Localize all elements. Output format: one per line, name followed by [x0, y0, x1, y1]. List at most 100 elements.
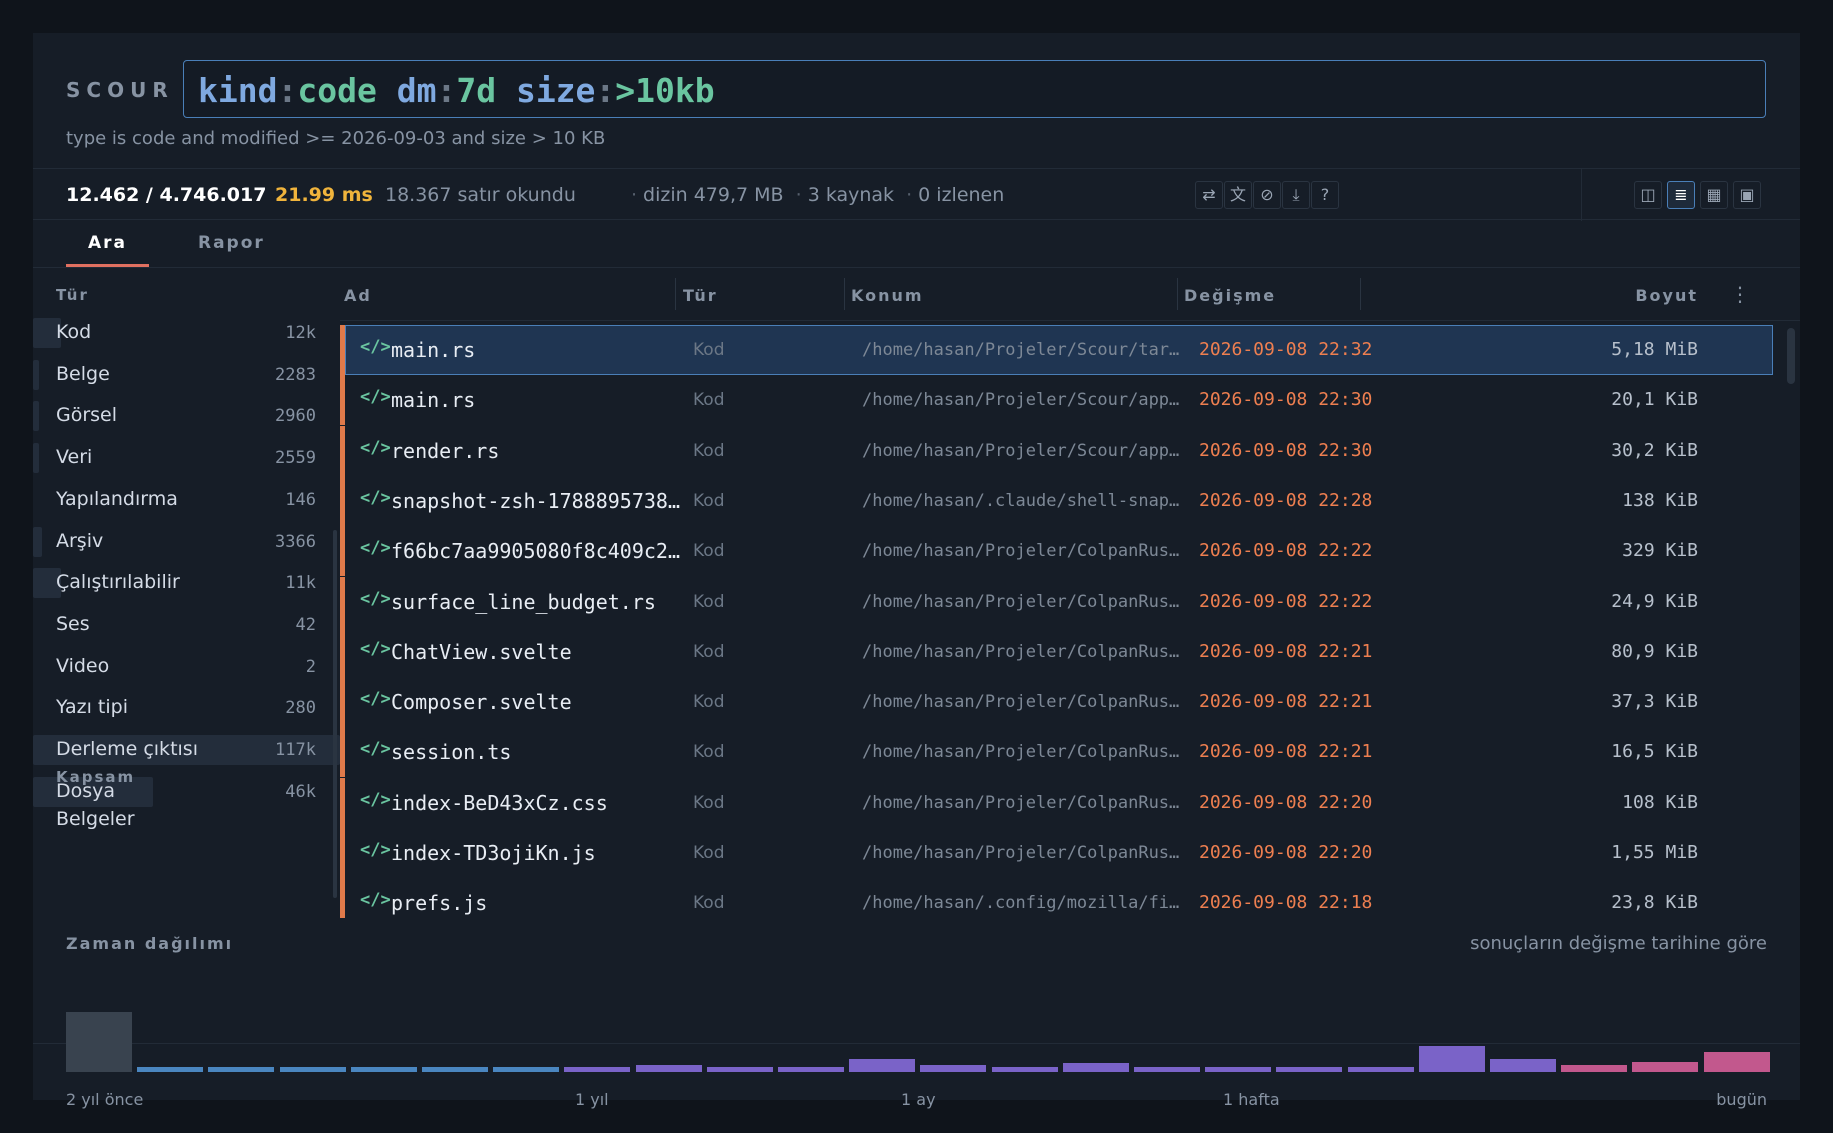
- table-row[interactable]: </> main.rs Kod/home/hasan/Projeler/Scour/…: [340, 325, 1800, 375]
- row-accent: [340, 576, 345, 627]
- file-path: /home/hasan/.config/mozilla/fir…: [862, 893, 1184, 914]
- table-row[interactable]: </> f66bc7aa9905080f8c409c2… Kod/home/hasa…: [340, 526, 1800, 577]
- facet-item[interactable]: Derleme çıktısı 117k: [33, 732, 340, 768]
- histogram-bar[interactable]: [66, 1012, 132, 1072]
- help-icon[interactable]: ?: [1311, 181, 1339, 209]
- column-resizer[interactable]: [675, 278, 676, 310]
- table-row[interactable]: </> ChatView.svelte Kod/home/hasan/Projele…: [340, 626, 1800, 677]
- swap-icon[interactable]: ⇄: [1195, 181, 1223, 209]
- table-row[interactable]: </> main.rs Kod/home/hasan/Projeler/Scour/…: [340, 375, 1800, 426]
- preview-view-icon[interactable]: ▣: [1733, 181, 1761, 209]
- facet-item[interactable]: Yazı tipi 280: [33, 690, 340, 726]
- histogram-bar[interactable]: [1490, 1059, 1556, 1072]
- type-facet-heading: Tür: [56, 286, 89, 304]
- column-resizer[interactable]: [1177, 278, 1178, 310]
- facet-item[interactable]: Arşiv 3366: [33, 524, 340, 560]
- table-row[interactable]: </> surface_line_budget.rs Kod/home/hasan/…: [340, 576, 1800, 627]
- facet-item[interactable]: Kod 12k: [33, 315, 340, 351]
- file-name: prefs.js: [391, 891, 488, 916]
- query-input[interactable]: kind:code dm:7d size:>10kb: [183, 60, 1766, 118]
- sidebar-scrollbar[interactable]: [333, 530, 337, 898]
- histogram-bar[interactable]: [493, 1067, 560, 1072]
- list-view-icon[interactable]: ≣: [1667, 181, 1695, 209]
- histogram-bar[interactable]: [1134, 1067, 1200, 1072]
- facet-label: Veri: [56, 446, 93, 469]
- file-path: /home/hasan/Projeler/Scour/apps…: [862, 440, 1184, 461]
- code-file-icon: </>: [360, 789, 391, 810]
- file-size: 5,18 MiB: [1611, 339, 1698, 360]
- histogram-bar[interactable]: [920, 1065, 987, 1072]
- table-row[interactable]: </> Composer.svelte Kod/home/hasan/Projele…: [340, 677, 1800, 728]
- download-icon[interactable]: ⤓: [1282, 181, 1310, 209]
- facet-item[interactable]: Veri 2559: [33, 440, 340, 476]
- histogram-bar[interactable]: [1632, 1062, 1699, 1072]
- file-name: index-BeD43xCz.css: [391, 790, 608, 815]
- result-count: 12.462 / 4.746.017: [66, 184, 267, 206]
- query-token: code: [297, 71, 377, 110]
- block-icon[interactable]: ⊘: [1253, 181, 1281, 209]
- split-view-icon[interactable]: ◫: [1634, 181, 1662, 209]
- histogram-bar[interactable]: [1347, 1067, 1414, 1072]
- column-header-size[interactable]: Boyut: [1490, 286, 1698, 305]
- histogram-bar[interactable]: [1062, 1063, 1129, 1072]
- file-size: 24,9 KiB: [1611, 590, 1698, 612]
- histogram-bar[interactable]: [1205, 1067, 1272, 1072]
- table-row[interactable]: </> index-TD3ojiKn.js Kod/home/hasan/Proje…: [340, 828, 1800, 878]
- file-modified: 2026-09-08 22:22: [1199, 590, 1373, 612]
- histogram-bar[interactable]: [1703, 1052, 1770, 1072]
- table-scrollbar[interactable]: [1787, 328, 1795, 384]
- file-size: 80,9 KiB: [1611, 640, 1698, 662]
- histogram-bar[interactable]: [706, 1067, 773, 1072]
- table-row[interactable]: </> session.ts Kod/home/hasan/Projeler/Col…: [340, 727, 1800, 778]
- histogram-bar[interactable]: [635, 1065, 702, 1072]
- rows-read: 18.367 satır okundu: [385, 184, 576, 206]
- column-header-location[interactable]: Konum: [851, 286, 924, 305]
- grid-view-icon[interactable]: ▦: [1700, 181, 1728, 209]
- facet-item[interactable]: Video 2: [33, 649, 340, 685]
- column-header-modified[interactable]: Değişme: [1184, 286, 1276, 305]
- facet-label: Yapılandırma: [56, 487, 178, 510]
- file-type: Kod: [693, 893, 725, 914]
- column-header-type[interactable]: Tür: [683, 286, 718, 305]
- file-modified: 2026-09-08 22:28: [1199, 489, 1373, 511]
- facet-bar: [33, 526, 42, 557]
- histogram-bar[interactable]: [137, 1067, 204, 1072]
- facet-item[interactable]: Görsel 2960: [33, 398, 340, 434]
- histogram-bar[interactable]: [991, 1067, 1058, 1072]
- facet-sidebar: Tür Kod 12k Belge 2283 Görsel 2960 Veri 2559 Yap…: [33, 268, 340, 918]
- file-modified: 2026-09-08 22:32: [1199, 339, 1373, 360]
- table-row[interactable]: </> prefs.js Kod/home/hasan/.config/mozill…: [340, 878, 1800, 918]
- facet-item[interactable]: Çalıştırılabilir 11k: [33, 565, 340, 601]
- scope-item-documents[interactable]: Belgeler: [33, 802, 340, 838]
- row-accent: [340, 727, 345, 778]
- table-row[interactable]: </> render.rs Kod/home/hasan/Projeler/Scou…: [340, 425, 1800, 476]
- histogram-bar[interactable]: [422, 1067, 488, 1072]
- histogram-bar[interactable]: [778, 1067, 844, 1072]
- column-menu-icon[interactable]: ⋮: [1730, 282, 1750, 306]
- table-row[interactable]: </> index-BeD43xCz.css Kod/home/hasan/Proj…: [340, 777, 1800, 828]
- histogram-bar[interactable]: [1561, 1065, 1628, 1072]
- histogram-bar[interactable]: [279, 1067, 346, 1072]
- index-meta: · dizin 479,7 MB · 3 kaynak · 0 izlenen: [631, 184, 1005, 206]
- histogram-bar[interactable]: [1418, 1046, 1485, 1072]
- tab-report[interactable]: Rapor: [176, 233, 287, 267]
- histogram-bar[interactable]: [350, 1067, 417, 1072]
- column-resizer[interactable]: [1360, 278, 1361, 310]
- histogram-bar[interactable]: [849, 1059, 916, 1072]
- histogram-bar[interactable]: [208, 1067, 275, 1072]
- translate-icon[interactable]: 文: [1224, 181, 1252, 209]
- histogram-bar[interactable]: [1276, 1067, 1343, 1072]
- file-name: snapshot-zsh-1788895738…: [391, 488, 680, 513]
- facet-label: Çalıştırılabilir: [56, 571, 180, 594]
- file-type: Kod: [693, 490, 725, 511]
- facet-item[interactable]: Yapılandırma 146: [33, 482, 340, 518]
- tab-search[interactable]: Ara: [66, 233, 150, 267]
- histogram-bar[interactable]: [564, 1067, 631, 1072]
- column-header-name[interactable]: Ad: [344, 286, 372, 305]
- facet-item[interactable]: Belge 2283: [33, 357, 340, 393]
- facet-label: Yazı tipi: [56, 696, 128, 719]
- facet-item[interactable]: Ses 42: [33, 607, 340, 643]
- column-resizer[interactable]: [844, 278, 845, 310]
- table-row[interactable]: </> snapshot-zsh-1788895738… Kod/home/hasa…: [340, 475, 1800, 526]
- file-size: 37,3 KiB: [1611, 691, 1698, 713]
